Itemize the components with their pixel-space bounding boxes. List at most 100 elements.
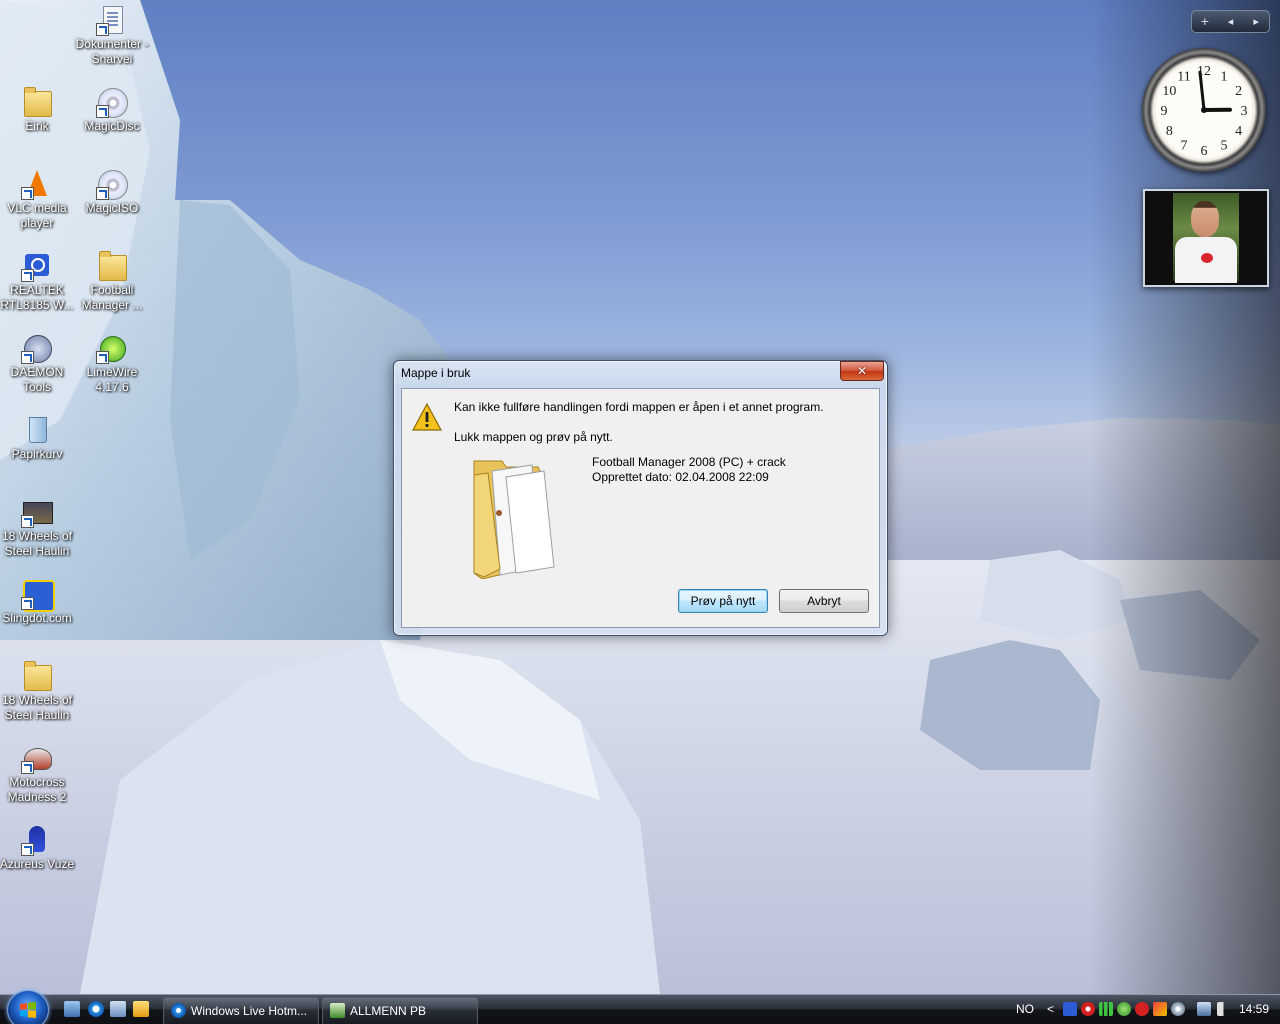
volume-icon[interactable] [1217, 1002, 1231, 1016]
internet-explorer-icon[interactable] [88, 1001, 104, 1017]
desktop-icon-label: 18 Wheels of Steel Haulin [1, 693, 73, 722]
desktop-icon-daemon-tools[interactable]: DAEMON Tools [0, 332, 75, 395]
desktop-icon-label: Papirkurv [11, 447, 63, 461]
folder-created-date: Opprettet dato: 02.04.2008 22:09 [592, 470, 769, 484]
close-button[interactable]: ✕ [840, 361, 884, 381]
folder-in-use-dialog: Mappe i bruk ✕ Kan ikke fullføre handlin… [393, 360, 888, 636]
shortcut-arrow-icon [96, 187, 109, 200]
clock-number: 8 [1166, 124, 1173, 139]
clock-number: 7 [1181, 139, 1188, 154]
desktop-icon-eirik[interactable]: Eirik [0, 86, 75, 134]
clock-gadget[interactable]: 12 1 2 3 4 5 6 7 8 9 10 11 [1142, 48, 1266, 172]
shortcut-arrow-icon [21, 187, 34, 200]
folder-icon [99, 251, 127, 281]
clock-face: 12 1234567891011 [1161, 64, 1248, 159]
shortcut-arrow-icon [21, 351, 34, 364]
taskbar: Windows Live Hotm... ALLMENN PB NO < 14:… [0, 990, 1280, 1024]
shortcut-arrow-icon [21, 597, 34, 610]
shortcut-arrow-icon [96, 23, 109, 36]
add-gadget-button[interactable]: + [1192, 15, 1218, 28]
disc-tray-icon[interactable] [1171, 1002, 1185, 1016]
clock-number: 6 [1201, 144, 1208, 159]
excel-icon [330, 1003, 345, 1018]
clock-number: 2 [1235, 84, 1242, 99]
desktop-icon-label: VLC media player [7, 201, 67, 230]
cancel-button[interactable]: Avbryt [779, 589, 869, 613]
dialog-body: Kan ikke fullføre handlingen fordi mappe… [401, 388, 880, 628]
taskbar-item-allmenn[interactable]: ALLMENN PB [322, 997, 478, 1024]
next-page-button[interactable]: ▸ [1243, 15, 1269, 28]
tray-expand-chevron-icon[interactable]: < [1047, 995, 1054, 1023]
dialog-title: Mappe i bruk [401, 366, 471, 380]
desktop-icon-18-wheels-shortcut[interactable]: 18 Wheels of Steel Haulin [0, 496, 75, 559]
start-button[interactable] [7, 990, 49, 1024]
desktop-icon-realtek[interactable]: REALTEK RTL8185 W... [0, 250, 75, 313]
taskbar-item-label: ALLMENN PB [350, 1004, 427, 1018]
retry-button[interactable]: Prøv på nytt [678, 589, 768, 613]
shortcut-arrow-icon [21, 843, 34, 856]
folder-name: Football Manager 2008 (PC) + crack [592, 455, 786, 469]
warning-icon [412, 403, 442, 431]
error-message: Kan ikke fullføre handlingen fordi mappe… [454, 400, 824, 414]
wireless-signal-icon[interactable] [1099, 1002, 1113, 1016]
desktop-icon-limewire[interactable]: LimeWire 4.17.6 [74, 332, 150, 395]
desktop-icon-football-manager[interactable]: Football Manager ... [74, 250, 150, 313]
folder-icon [24, 87, 52, 117]
windows-logo-icon [20, 1002, 36, 1018]
messenger-icon[interactable] [1117, 1002, 1131, 1016]
desktop-icon-motocross[interactable]: Motocross Madness 2 [0, 742, 75, 805]
prev-page-button[interactable]: ◂ [1218, 15, 1244, 28]
shortcut-arrow-icon [21, 515, 34, 528]
player-head [1191, 201, 1219, 237]
clock-number: 9 [1161, 104, 1168, 119]
desktop-icon-magicdisc[interactable]: MagicDisc [74, 86, 150, 134]
shortcut-arrow-icon [96, 105, 109, 118]
gadget-toolbar: + ◂ ▸ [1191, 10, 1270, 33]
internet-explorer-icon [171, 1003, 186, 1018]
network-tray-icon[interactable] [1063, 1002, 1077, 1016]
app-tray-icon[interactable] [1153, 1002, 1167, 1016]
clock-number: 11 [1177, 69, 1190, 84]
instruction-text: Lukk mappen og prøv på nytt. [454, 430, 613, 444]
desktop-icon-label: Football Manager ... [81, 283, 143, 312]
taskbar-item-hotmail[interactable]: Windows Live Hotm... [163, 997, 319, 1024]
taskbar-clock[interactable]: 14:59 [1239, 995, 1269, 1023]
desktop-icon-slingdot[interactable]: Slingdot.com [0, 578, 75, 626]
shortcut-arrow-icon [21, 761, 34, 774]
shortcut-arrow-icon [21, 269, 34, 282]
media-player-icon[interactable] [133, 1001, 149, 1017]
desktop-icon-label: LimeWire 4.17.6 [86, 365, 138, 394]
network-connection-icon[interactable] [1197, 1002, 1211, 1016]
security-alert-icon[interactable] [1081, 1002, 1095, 1016]
desktop-icon-dokumenter[interactable]: Dokumenter - Snarvei [74, 4, 150, 67]
sponsor-logo [1201, 253, 1213, 263]
taskbar-item-label: Windows Live Hotm... [191, 1004, 308, 1018]
desktop-icon-label: Eirik [25, 119, 49, 133]
desktop-icon-magiciso[interactable]: MagicISO [74, 168, 150, 216]
desktop-icon-label: 18 Wheels of Steel Haulin [1, 529, 73, 558]
recycle-bin-icon [29, 417, 47, 443]
desktop-icon-label: Motocross Madness 2 [7, 775, 67, 804]
desktop-icon-label: DAEMON Tools [10, 365, 64, 394]
desktop-icon-papirkurv[interactable]: Papirkurv [0, 414, 75, 462]
close-icon: ✕ [856, 364, 868, 378]
clock-number: 1 [1221, 69, 1228, 84]
desktop-icon-label: Slingdot.com [2, 611, 72, 625]
clock-number: 4 [1235, 124, 1242, 139]
desktop-icon-label: Dokumenter - Snarvei [75, 37, 149, 66]
clock-number: 5 [1221, 139, 1228, 154]
antivirus-icon[interactable] [1135, 1002, 1149, 1016]
desktop-icon-label: Azureus Vuze [0, 857, 75, 871]
language-indicator[interactable]: NO [1016, 995, 1034, 1023]
show-desktop-icon[interactable] [64, 1001, 80, 1017]
folder-large-icon [473, 460, 555, 579]
switch-windows-icon[interactable] [110, 1001, 126, 1017]
clock-number: 10 [1162, 84, 1176, 99]
desktop-icon-label: REALTEK RTL8185 W... [0, 283, 74, 312]
desktop-icon-azureus[interactable]: Azureus Vuze [0, 824, 75, 872]
desktop-icon-label: MagicDisc [84, 119, 140, 133]
desktop-icon-vlc[interactable]: VLC media player [0, 168, 75, 231]
slideshow-gadget[interactable] [1143, 189, 1269, 287]
clock-number: 3 [1241, 104, 1248, 119]
desktop-icon-18-wheels-folder[interactable]: 18 Wheels of Steel Haulin [0, 660, 75, 723]
